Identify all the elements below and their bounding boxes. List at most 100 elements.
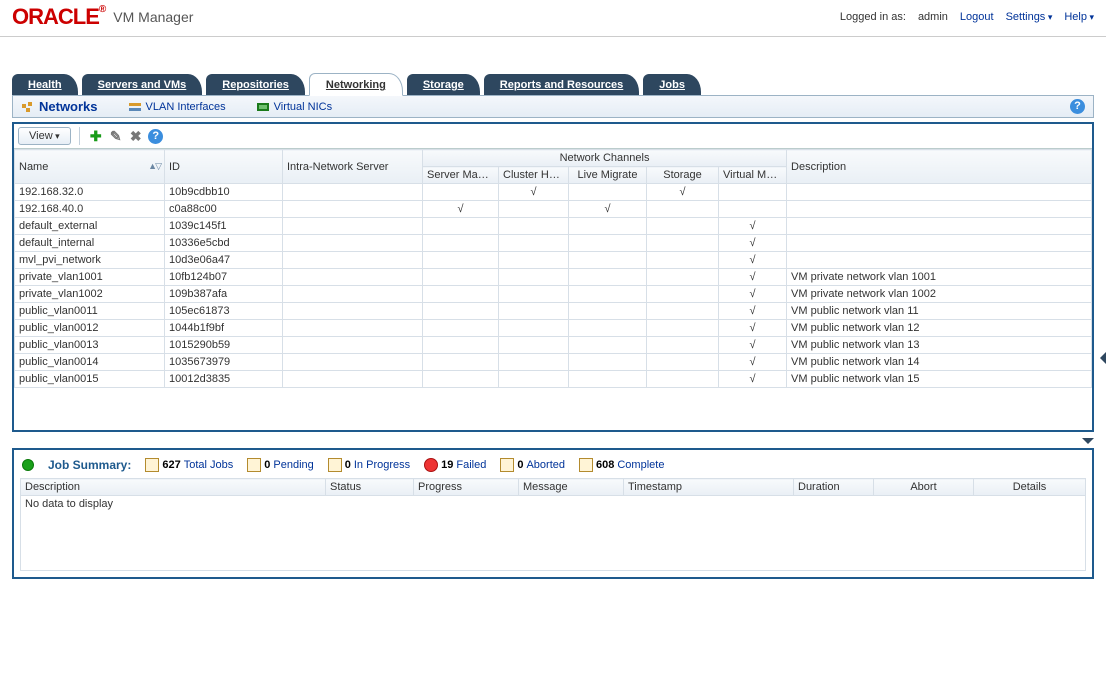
- col-description[interactable]: Description: [787, 150, 1092, 184]
- cell-name: 192.168.40.0: [15, 201, 165, 218]
- cell-name: private_vlan1002: [15, 286, 165, 303]
- table-row[interactable]: 192.168.32.010b9cdbb10√√: [15, 184, 1092, 201]
- cell-description: [787, 201, 1092, 218]
- cell-virtual-machine: √: [719, 354, 787, 371]
- jobs-icon: [145, 458, 159, 472]
- help-menu[interactable]: Help: [1064, 11, 1094, 23]
- stat-in-progress[interactable]: 0In Progress: [328, 458, 410, 472]
- cell-cluster-heartbeat: [499, 201, 569, 218]
- stat-pending[interactable]: 0Pending: [247, 458, 314, 472]
- cell-cluster-heartbeat: [499, 371, 569, 388]
- add-button[interactable]: ✚: [88, 128, 104, 144]
- jobcol-details[interactable]: Details: [974, 479, 1086, 496]
- stat-complete[interactable]: 608Complete: [579, 458, 664, 472]
- table-row[interactable]: mvl_pvi_network10d3e06a47√: [15, 252, 1092, 269]
- tab-servers-and-vms[interactable]: Servers and VMs: [82, 74, 203, 95]
- cell-storage: [647, 286, 719, 303]
- col-cluster-heartbeat[interactable]: Cluster Heartbeat: [499, 167, 569, 184]
- tab-jobs[interactable]: Jobs: [643, 74, 701, 95]
- col-server-management[interactable]: Server Management: [423, 167, 499, 184]
- cell-name: public_vlan0013: [15, 337, 165, 354]
- cell-id: 10fb124b07: [165, 269, 283, 286]
- splitter-handle[interactable]: [1082, 438, 1094, 444]
- jobcol-status[interactable]: Status: [326, 479, 414, 496]
- cell-storage: [647, 201, 719, 218]
- col-storage[interactable]: Storage: [647, 167, 719, 184]
- view-menu-button[interactable]: View: [18, 127, 71, 145]
- cell-virtual-machine: √: [719, 303, 787, 320]
- table-row[interactable]: public_vlan00141035673979√VM public netw…: [15, 354, 1092, 371]
- panel-collapse-handle[interactable]: [1100, 352, 1106, 364]
- context-help-button[interactable]: ?: [1070, 99, 1085, 114]
- subtab-virtual-nics[interactable]: Virtual NICs: [256, 101, 332, 113]
- jobs-no-data: No data to display: [21, 496, 1086, 571]
- edit-button[interactable]: ✎: [108, 128, 124, 144]
- cell-id: 10d3e06a47: [165, 252, 283, 269]
- cell-server-management: [423, 235, 499, 252]
- cell-description: VM private network vlan 1002: [787, 286, 1092, 303]
- cell-id: c0a88c00: [165, 201, 283, 218]
- cell-server-management: √: [423, 201, 499, 218]
- vlan-icon: [128, 101, 142, 113]
- jobcol-duration[interactable]: Duration: [794, 479, 874, 496]
- cell-name: public_vlan0014: [15, 354, 165, 371]
- table-row[interactable]: default_external1039c145f1√: [15, 218, 1092, 235]
- cell-description: VM public network vlan 15: [787, 371, 1092, 388]
- cell-intra: [283, 235, 423, 252]
- table-row[interactable]: public_vlan00121044b1f9bf√VM public netw…: [15, 320, 1092, 337]
- horizontal-scrollbar[interactable]: [14, 416, 1092, 430]
- jobcol-progress[interactable]: Progress: [414, 479, 519, 496]
- cell-id: 10b9cdbb10: [165, 184, 283, 201]
- col-intra-network-server[interactable]: Intra-Network Server: [283, 150, 423, 184]
- cell-server-management: [423, 184, 499, 201]
- table-row[interactable]: default_internal10336e5cbd√: [15, 235, 1092, 252]
- stat-failed[interactable]: 19Failed: [424, 458, 486, 472]
- tab-reports-and-resources[interactable]: Reports and Resources: [484, 74, 639, 95]
- tab-health[interactable]: Health: [12, 74, 78, 95]
- settings-menu[interactable]: Settings: [1006, 11, 1053, 23]
- jobcol-message[interactable]: Message: [519, 479, 624, 496]
- cell-storage: [647, 320, 719, 337]
- logout-link[interactable]: Logout: [960, 11, 994, 23]
- cell-intra: [283, 320, 423, 337]
- table-row[interactable]: private_vlan100110fb124b07√VM private ne…: [15, 269, 1092, 286]
- failed-icon: [424, 458, 438, 472]
- tab-repositories[interactable]: Repositories: [206, 74, 305, 95]
- cell-intra: [283, 252, 423, 269]
- cell-virtual-machine: √: [719, 371, 787, 388]
- jobcol-abort[interactable]: Abort: [874, 479, 974, 496]
- table-row[interactable]: public_vlan001510012d3835√VM public netw…: [15, 371, 1092, 388]
- stat-aborted[interactable]: 0Aborted: [500, 458, 565, 472]
- delete-button[interactable]: ✖: [128, 128, 144, 144]
- table-row[interactable]: public_vlan00131015290b59√VM public netw…: [15, 337, 1092, 354]
- col-live-migrate[interactable]: Live Migrate: [569, 167, 647, 184]
- table-row[interactable]: 192.168.40.0c0a88c00√√: [15, 201, 1092, 218]
- cell-cluster-heartbeat: [499, 218, 569, 235]
- cell-cluster-heartbeat: [499, 354, 569, 371]
- cell-intra: [283, 184, 423, 201]
- jobcol-description[interactable]: Description: [21, 479, 326, 496]
- help-icon: ?: [1070, 99, 1085, 114]
- col-name[interactable]: Name▲▽: [15, 150, 165, 184]
- current-user: admin: [918, 11, 948, 23]
- tab-storage[interactable]: Storage: [407, 74, 480, 95]
- tab-networking[interactable]: Networking: [309, 73, 403, 96]
- cell-storage: [647, 371, 719, 388]
- jobcol-timestamp[interactable]: Timestamp: [624, 479, 794, 496]
- networks-toolbar: View ✚ ✎ ✖ ?: [14, 124, 1092, 149]
- cell-virtual-machine: √: [719, 218, 787, 235]
- table-row[interactable]: private_vlan1002109b387afa√VM private ne…: [15, 286, 1092, 303]
- jobs-table: Description Status Progress Message Time…: [20, 478, 1086, 571]
- cell-intra: [283, 371, 423, 388]
- subtab-vlan-interfaces[interactable]: VLAN Interfaces: [128, 101, 226, 113]
- col-virtual-machine[interactable]: Virtual Machine: [719, 167, 787, 184]
- cell-storage: [647, 303, 719, 320]
- table-row[interactable]: public_vlan0011105ec61873√VM public netw…: [15, 303, 1092, 320]
- col-id[interactable]: ID: [165, 150, 283, 184]
- complete-icon: [579, 458, 593, 472]
- cell-description: VM public network vlan 11: [787, 303, 1092, 320]
- networks-table: Name▲▽ ID Intra-Network Server Network C…: [14, 149, 1092, 388]
- toolbar-help-button[interactable]: ?: [148, 128, 164, 144]
- subtab-networks[interactable]: Networks: [21, 99, 98, 114]
- stat-total-jobs[interactable]: 627Total Jobs: [145, 458, 233, 472]
